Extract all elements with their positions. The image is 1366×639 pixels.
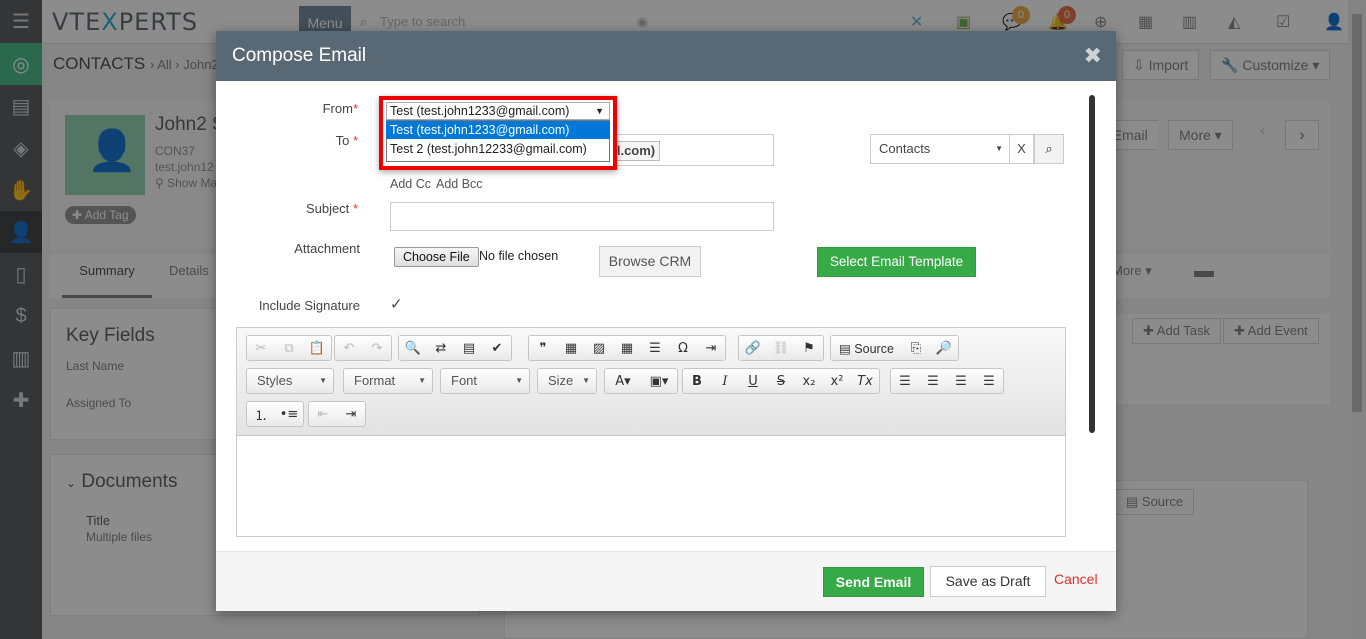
cancel-link[interactable]: Cancel <box>1054 568 1098 590</box>
bold-icon[interactable]: B <box>683 374 711 389</box>
paste-icon[interactable]: 📋 <box>303 341 331 356</box>
align-justify-icon[interactable]: ☰ <box>975 374 1003 389</box>
include-signature-label: Include Signature <box>258 298 360 313</box>
preview-icon[interactable]: 🔎 <box>930 341 958 356</box>
align-left-icon[interactable]: ☰ <box>891 374 919 389</box>
format-dropdown[interactable]: Format ▼ <box>343 368 433 394</box>
find-icon[interactable]: 🔍 <box>399 341 427 356</box>
font-chevron-icon: ▼ <box>515 376 523 385</box>
dialog-title: Compose Email <box>232 45 367 66</box>
underline-icon[interactable]: U <box>739 374 767 389</box>
editor-toolbar: ✂ ⧉ 📋 ↶ ↷ 🔍 ⇄ ▤ ✔ ❞ ▦ ▨ ▦ ☰ Ω ⇥ 🔗 ⛓ ⚑ ▤ … <box>237 328 1065 436</box>
styles-chevron-icon: ▼ <box>319 376 327 385</box>
module-select-chevron-icon: ▼ <box>995 144 1003 153</box>
link-icon[interactable]: 🔗 <box>739 341 767 356</box>
from-option-1[interactable]: Test (test.john1233@gmail.com) <box>386 121 610 139</box>
indent-group: ⇤ ⇥ <box>308 401 366 427</box>
clipboard-group: ✂ ⧉ 📋 <box>246 335 332 361</box>
insert-group: ❞ ▦ ▨ ▦ ☰ Ω ⇥ <box>528 335 726 361</box>
include-signature-checkbox[interactable]: ✓ <box>390 295 403 313</box>
subscript-icon[interactable]: x₂ <box>795 374 823 389</box>
from-select-highlight: Test (test.john1233@gmail.com) ▼ Test (t… <box>379 96 617 170</box>
link-group: 🔗 ⛓ ⚑ <box>738 335 824 361</box>
rich-text-editor: ✂ ⧉ 📋 ↶ ↷ 🔍 ⇄ ▤ ✔ ❞ ▦ ▨ ▦ ☰ Ω ⇥ 🔗 ⛓ ⚑ ▤ … <box>236 327 1066 537</box>
image-icon[interactable]: ▨ <box>585 341 613 356</box>
add-cc-link[interactable]: Add Cc <box>390 177 431 191</box>
to-label: To * <box>335 133 358 148</box>
compose-email-dialog: Compose Email ✖ From* To * ail.com) Cont… <box>216 31 1116 611</box>
outdent-icon[interactable]: ⇤ <box>309 407 337 422</box>
div-icon[interactable]: ▦ <box>557 341 585 356</box>
numbered-list-icon[interactable]: ⒈ <box>247 405 275 424</box>
align-center-icon[interactable]: ☰ <box>919 374 947 389</box>
editor-body[interactable] <box>237 436 1065 536</box>
from-select[interactable]: Test (test.john1233@gmail.com) ▼ <box>386 102 610 120</box>
strikethrough-icon[interactable]: S <box>767 374 795 389</box>
page-break-icon[interactable]: ⇥ <box>697 341 725 356</box>
save-as-draft-button[interactable]: Save as Draft <box>930 566 1046 597</box>
clear-module-button[interactable]: X <box>1010 134 1034 164</box>
blockquote-icon[interactable]: ❞ <box>529 341 557 356</box>
text-color-icon[interactable]: A▾ <box>605 374 641 389</box>
align-right-icon[interactable]: ☰ <box>947 374 975 389</box>
dialog-scrollbar[interactable] <box>1089 95 1095 433</box>
format-chevron-icon: ▼ <box>418 376 426 385</box>
templates-icon[interactable]: ⎘ <box>902 341 930 356</box>
align-group: ☰ ☰ ☰ ☰ <box>890 368 1004 394</box>
italic-icon[interactable]: I <box>711 374 739 389</box>
size-dropdown[interactable]: Size ▼ <box>537 368 597 394</box>
superscript-icon[interactable]: x² <box>823 374 851 389</box>
dialog-footer: Send Email Save as Draft Cancel <box>216 551 1116 611</box>
close-icon[interactable]: ✖ <box>1084 31 1102 81</box>
history-group: ↶ ↷ <box>334 335 392 361</box>
module-select[interactable]: Contacts ▼ <box>870 134 1010 164</box>
remove-format-icon[interactable]: Tx <box>851 374 879 389</box>
no-file-chosen-text: No file chosen <box>479 249 559 263</box>
add-bcc-link[interactable]: Add Bcc <box>436 177 483 191</box>
send-email-button[interactable]: Send Email <box>823 567 924 597</box>
background-color-icon[interactable]: ▣▾ <box>641 374 677 389</box>
choose-file-button[interactable]: Choose File <box>394 247 479 267</box>
attachment-label: Attachment <box>294 241 360 256</box>
from-label: From* <box>322 101 358 116</box>
subject-input[interactable] <box>390 202 774 231</box>
undo-icon[interactable]: ↶ <box>335 341 363 356</box>
find-group: 🔍 ⇄ ▤ ✔ <box>398 335 512 361</box>
select-email-template-button[interactable]: Select Email Template <box>817 247 976 277</box>
replace-icon[interactable]: ⇄ <box>427 341 455 356</box>
indent-icon[interactable]: ⇥ <box>337 407 365 422</box>
list-group: ⒈ •≡ <box>246 401 304 427</box>
anchor-flag-icon[interactable]: ⚑ <box>795 341 823 356</box>
text-style-group: B I U S x₂ x² Tx <box>682 368 880 394</box>
bulleted-list-icon[interactable]: •≡ <box>275 407 303 422</box>
source-button[interactable]: ▤ Source <box>831 341 902 356</box>
browse-crm-button[interactable]: Browse CRM <box>599 246 701 277</box>
spellcheck-icon[interactable]: ✔ <box>483 341 511 356</box>
table-icon[interactable]: ▦ <box>613 341 641 356</box>
subject-label: Subject * <box>305 201 358 216</box>
special-char-icon[interactable]: Ω <box>669 341 697 356</box>
from-select-chevron-icon: ▼ <box>595 106 604 116</box>
from-option-2[interactable]: Test 2 (test.john12233@gmail.com) <box>386 140 610 158</box>
copy-icon[interactable]: ⧉ <box>275 341 303 356</box>
color-group: A▾ ▣▾ <box>604 368 678 394</box>
module-search-icon[interactable]: ⌕ <box>1034 134 1064 164</box>
cut-icon[interactable]: ✂ <box>247 341 275 356</box>
select-all-icon[interactable]: ▤ <box>455 341 483 356</box>
styles-dropdown[interactable]: Styles ▼ <box>246 368 334 394</box>
dialog-header: Compose Email ✖ <box>216 31 1116 81</box>
redo-icon[interactable]: ↷ <box>363 341 391 356</box>
horizontal-line-icon[interactable]: ☰ <box>641 341 669 356</box>
font-dropdown[interactable]: Font ▼ <box>440 368 530 394</box>
source-group: ▤ Source ⎘ 🔎 <box>830 335 959 361</box>
unlink-icon[interactable]: ⛓ <box>767 341 795 356</box>
size-chevron-icon: ▼ <box>582 376 590 385</box>
